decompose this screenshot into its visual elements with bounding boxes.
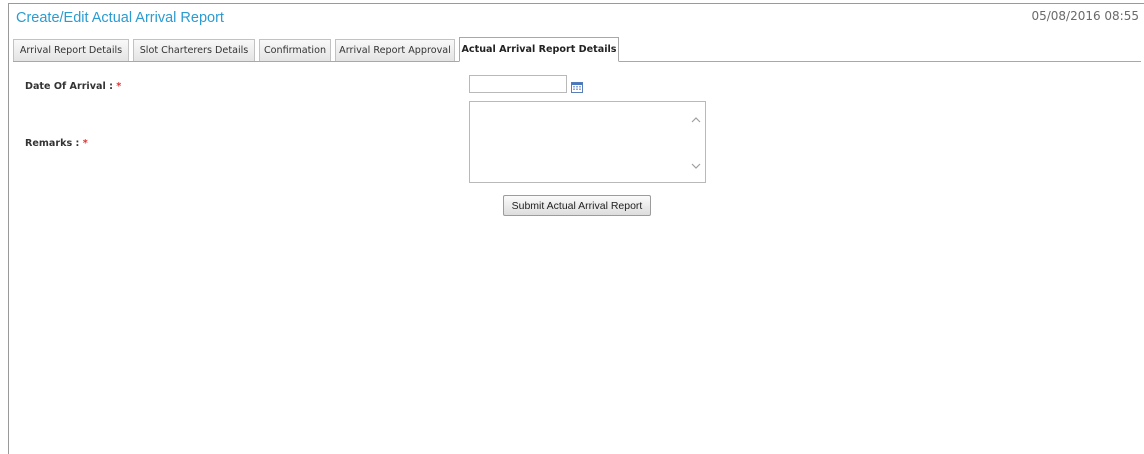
chevron-up-icon[interactable] [689, 112, 703, 126]
tab-confirmation[interactable]: Confirmation [259, 39, 331, 61]
remarks-field [469, 101, 706, 183]
tab-arrival-report-details[interactable]: Arrival Report Details [13, 39, 129, 61]
date-of-arrival-label-text: Date Of Arrival : [25, 81, 113, 92]
required-marker: * [116, 81, 122, 92]
page-container: Create/Edit Actual Arrival Report 05/08/… [8, 3, 1144, 454]
tab-actual-arrival-report-details[interactable]: Actual Arrival Report Details [459, 37, 619, 62]
calendar-icon[interactable] [571, 78, 583, 93]
page-title: Create/Edit Actual Arrival Report [16, 10, 224, 26]
chevron-down-icon[interactable] [689, 158, 703, 172]
date-of-arrival-label: Date Of Arrival : * [25, 81, 121, 92]
tab-arrival-report-approval[interactable]: Arrival Report Approval [335, 39, 455, 61]
remarks-textarea[interactable] [470, 102, 687, 182]
tab-bar: Arrival Report Details Slot Charterers D… [13, 37, 1141, 62]
tab-slot-charterers-details[interactable]: Slot Charterers Details [133, 39, 255, 61]
remarks-label: Remarks : * [25, 138, 88, 149]
date-of-arrival-input[interactable] [469, 75, 567, 93]
required-marker: * [82, 138, 88, 149]
timestamp: 05/08/2016 08:55 [1031, 9, 1139, 23]
remarks-label-text: Remarks : [25, 138, 80, 149]
submit-actual-arrival-report-button[interactable]: Submit Actual Arrival Report [503, 195, 651, 216]
